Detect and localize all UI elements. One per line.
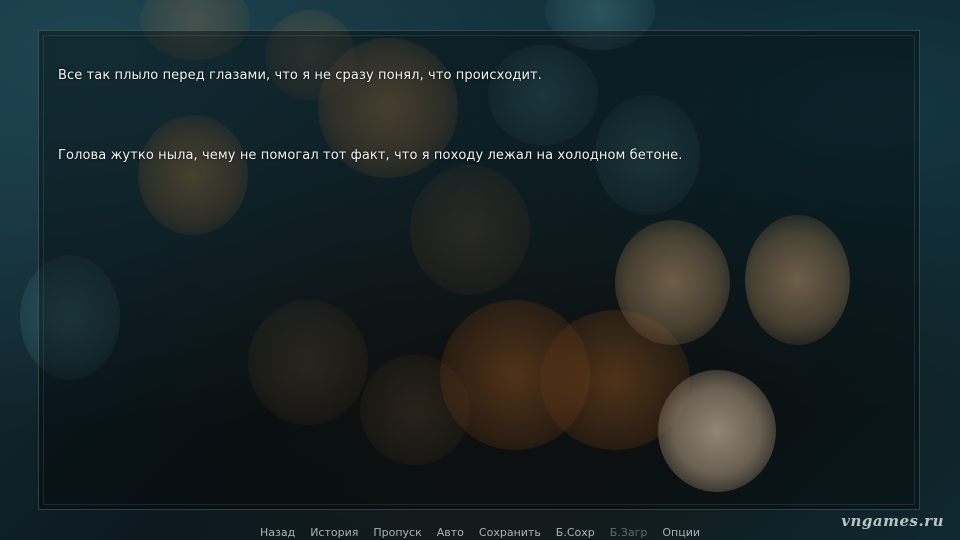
quick-save-button[interactable]: Б.Сохр [548, 525, 602, 540]
history-button[interactable]: История [303, 525, 366, 540]
dialogue-window[interactable]: Все так плыло перед глазами, что я не ср… [38, 30, 920, 510]
game-scene[interactable]: Все так плыло перед глазами, что я не ср… [0, 0, 960, 540]
back-button[interactable]: Назад [252, 525, 302, 540]
dialogue-line: Голова жутко ныла, чему не помогал тот ф… [58, 148, 683, 163]
quick-menu: Назад История Пропуск Авто Сохранить Б.С… [0, 525, 960, 540]
quick-load-button[interactable]: Б.Загр [602, 525, 655, 540]
dialogue-line: Все так плыло перед глазами, что я не ср… [58, 68, 542, 83]
watermark: vngames.ru [841, 512, 944, 530]
save-button[interactable]: Сохранить [471, 525, 548, 540]
skip-button[interactable]: Пропуск [366, 525, 429, 540]
options-button[interactable]: Опции [655, 525, 708, 540]
auto-button[interactable]: Авто [429, 525, 471, 540]
